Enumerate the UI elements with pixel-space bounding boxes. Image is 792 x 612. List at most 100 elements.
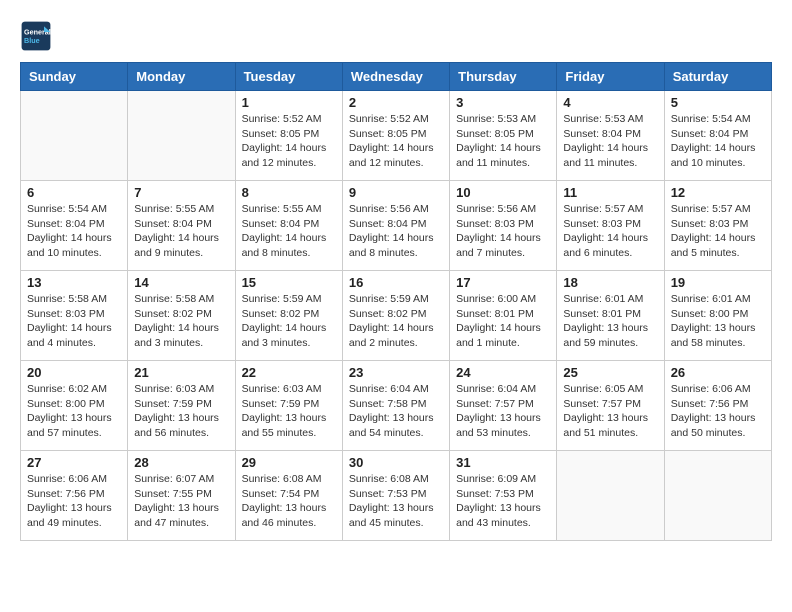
day-number: 16 xyxy=(349,275,443,290)
calendar-table: SundayMondayTuesdayWednesdayThursdayFrid… xyxy=(20,62,772,541)
day-info: Sunrise: 6:06 AM Sunset: 7:56 PM Dayligh… xyxy=(671,382,765,441)
calendar-cell: 22 Sunrise: 6:03 AM Sunset: 7:59 PM Dayl… xyxy=(235,361,342,451)
calendar-cell xyxy=(557,451,664,541)
day-info: Sunrise: 6:04 AM Sunset: 7:58 PM Dayligh… xyxy=(349,382,443,441)
day-info: Sunrise: 6:03 AM Sunset: 7:59 PM Dayligh… xyxy=(134,382,228,441)
day-number: 1 xyxy=(242,95,336,110)
day-number: 4 xyxy=(563,95,657,110)
calendar-cell xyxy=(128,91,235,181)
weekday-header-wednesday: Wednesday xyxy=(342,63,449,91)
day-info: Sunrise: 6:04 AM Sunset: 7:57 PM Dayligh… xyxy=(456,382,550,441)
calendar-cell xyxy=(21,91,128,181)
day-info: Sunrise: 6:03 AM Sunset: 7:59 PM Dayligh… xyxy=(242,382,336,441)
calendar-cell: 23 Sunrise: 6:04 AM Sunset: 7:58 PM Dayl… xyxy=(342,361,449,451)
day-info: Sunrise: 5:56 AM Sunset: 8:03 PM Dayligh… xyxy=(456,202,550,261)
day-number: 2 xyxy=(349,95,443,110)
calendar-cell: 31 Sunrise: 6:09 AM Sunset: 7:53 PM Dayl… xyxy=(450,451,557,541)
calendar-cell: 11 Sunrise: 5:57 AM Sunset: 8:03 PM Dayl… xyxy=(557,181,664,271)
calendar-cell: 30 Sunrise: 6:08 AM Sunset: 7:53 PM Dayl… xyxy=(342,451,449,541)
day-number: 22 xyxy=(242,365,336,380)
calendar-cell: 5 Sunrise: 5:54 AM Sunset: 8:04 PM Dayli… xyxy=(664,91,771,181)
calendar-cell: 20 Sunrise: 6:02 AM Sunset: 8:00 PM Dayl… xyxy=(21,361,128,451)
day-number: 25 xyxy=(563,365,657,380)
day-number: 9 xyxy=(349,185,443,200)
day-info: Sunrise: 6:00 AM Sunset: 8:01 PM Dayligh… xyxy=(456,292,550,351)
day-info: Sunrise: 5:58 AM Sunset: 8:03 PM Dayligh… xyxy=(27,292,121,351)
day-info: Sunrise: 6:08 AM Sunset: 7:54 PM Dayligh… xyxy=(242,472,336,531)
day-number: 14 xyxy=(134,275,228,290)
svg-text:Blue: Blue xyxy=(24,36,40,45)
day-number: 24 xyxy=(456,365,550,380)
day-info: Sunrise: 5:52 AM Sunset: 8:05 PM Dayligh… xyxy=(349,112,443,171)
day-info: Sunrise: 5:55 AM Sunset: 8:04 PM Dayligh… xyxy=(242,202,336,261)
calendar-cell: 17 Sunrise: 6:00 AM Sunset: 8:01 PM Dayl… xyxy=(450,271,557,361)
day-info: Sunrise: 6:09 AM Sunset: 7:53 PM Dayligh… xyxy=(456,472,550,531)
calendar-cell: 7 Sunrise: 5:55 AM Sunset: 8:04 PM Dayli… xyxy=(128,181,235,271)
day-info: Sunrise: 5:58 AM Sunset: 8:02 PM Dayligh… xyxy=(134,292,228,351)
calendar-cell: 19 Sunrise: 6:01 AM Sunset: 8:00 PM Dayl… xyxy=(664,271,771,361)
week-row-3: 13 Sunrise: 5:58 AM Sunset: 8:03 PM Dayl… xyxy=(21,271,772,361)
day-number: 18 xyxy=(563,275,657,290)
day-number: 12 xyxy=(671,185,765,200)
day-number: 3 xyxy=(456,95,550,110)
calendar-cell: 2 Sunrise: 5:52 AM Sunset: 8:05 PM Dayli… xyxy=(342,91,449,181)
calendar-cell: 1 Sunrise: 5:52 AM Sunset: 8:05 PM Dayli… xyxy=(235,91,342,181)
calendar-cell: 3 Sunrise: 5:53 AM Sunset: 8:05 PM Dayli… xyxy=(450,91,557,181)
day-info: Sunrise: 5:54 AM Sunset: 8:04 PM Dayligh… xyxy=(27,202,121,261)
day-number: 26 xyxy=(671,365,765,380)
day-number: 21 xyxy=(134,365,228,380)
weekday-header-tuesday: Tuesday xyxy=(235,63,342,91)
calendar-cell: 16 Sunrise: 5:59 AM Sunset: 8:02 PM Dayl… xyxy=(342,271,449,361)
day-info: Sunrise: 5:59 AM Sunset: 8:02 PM Dayligh… xyxy=(242,292,336,351)
day-info: Sunrise: 5:59 AM Sunset: 8:02 PM Dayligh… xyxy=(349,292,443,351)
week-row-5: 27 Sunrise: 6:06 AM Sunset: 7:56 PM Dayl… xyxy=(21,451,772,541)
calendar-cell: 9 Sunrise: 5:56 AM Sunset: 8:04 PM Dayli… xyxy=(342,181,449,271)
calendar-cell: 8 Sunrise: 5:55 AM Sunset: 8:04 PM Dayli… xyxy=(235,181,342,271)
day-number: 30 xyxy=(349,455,443,470)
weekday-header-sunday: Sunday xyxy=(21,63,128,91)
calendar-cell xyxy=(664,451,771,541)
day-number: 28 xyxy=(134,455,228,470)
calendar-cell: 26 Sunrise: 6:06 AM Sunset: 7:56 PM Dayl… xyxy=(664,361,771,451)
week-row-1: 1 Sunrise: 5:52 AM Sunset: 8:05 PM Dayli… xyxy=(21,91,772,181)
day-info: Sunrise: 5:53 AM Sunset: 8:05 PM Dayligh… xyxy=(456,112,550,171)
calendar-cell: 14 Sunrise: 5:58 AM Sunset: 8:02 PM Dayl… xyxy=(128,271,235,361)
day-number: 27 xyxy=(27,455,121,470)
day-number: 20 xyxy=(27,365,121,380)
day-info: Sunrise: 6:06 AM Sunset: 7:56 PM Dayligh… xyxy=(27,472,121,531)
day-number: 10 xyxy=(456,185,550,200)
day-info: Sunrise: 5:56 AM Sunset: 8:04 PM Dayligh… xyxy=(349,202,443,261)
day-number: 29 xyxy=(242,455,336,470)
calendar-cell: 28 Sunrise: 6:07 AM Sunset: 7:55 PM Dayl… xyxy=(128,451,235,541)
day-number: 15 xyxy=(242,275,336,290)
calendar-cell: 18 Sunrise: 6:01 AM Sunset: 8:01 PM Dayl… xyxy=(557,271,664,361)
day-number: 17 xyxy=(456,275,550,290)
week-row-4: 20 Sunrise: 6:02 AM Sunset: 8:00 PM Dayl… xyxy=(21,361,772,451)
day-number: 5 xyxy=(671,95,765,110)
day-info: Sunrise: 5:53 AM Sunset: 8:04 PM Dayligh… xyxy=(563,112,657,171)
calendar-cell: 4 Sunrise: 5:53 AM Sunset: 8:04 PM Dayli… xyxy=(557,91,664,181)
week-row-2: 6 Sunrise: 5:54 AM Sunset: 8:04 PM Dayli… xyxy=(21,181,772,271)
day-info: Sunrise: 6:07 AM Sunset: 7:55 PM Dayligh… xyxy=(134,472,228,531)
calendar-cell: 21 Sunrise: 6:03 AM Sunset: 7:59 PM Dayl… xyxy=(128,361,235,451)
calendar-cell: 27 Sunrise: 6:06 AM Sunset: 7:56 PM Dayl… xyxy=(21,451,128,541)
weekday-header-saturday: Saturday xyxy=(664,63,771,91)
day-info: Sunrise: 5:57 AM Sunset: 8:03 PM Dayligh… xyxy=(671,202,765,261)
day-info: Sunrise: 5:54 AM Sunset: 8:04 PM Dayligh… xyxy=(671,112,765,171)
day-info: Sunrise: 5:52 AM Sunset: 8:05 PM Dayligh… xyxy=(242,112,336,171)
calendar-cell: 15 Sunrise: 5:59 AM Sunset: 8:02 PM Dayl… xyxy=(235,271,342,361)
day-info: Sunrise: 6:08 AM Sunset: 7:53 PM Dayligh… xyxy=(349,472,443,531)
calendar-cell: 25 Sunrise: 6:05 AM Sunset: 7:57 PM Dayl… xyxy=(557,361,664,451)
calendar-cell: 10 Sunrise: 5:56 AM Sunset: 8:03 PM Dayl… xyxy=(450,181,557,271)
day-number: 19 xyxy=(671,275,765,290)
day-number: 11 xyxy=(563,185,657,200)
day-info: Sunrise: 5:55 AM Sunset: 8:04 PM Dayligh… xyxy=(134,202,228,261)
day-info: Sunrise: 6:05 AM Sunset: 7:57 PM Dayligh… xyxy=(563,382,657,441)
day-number: 31 xyxy=(456,455,550,470)
weekday-header-monday: Monday xyxy=(128,63,235,91)
weekday-header-thursday: Thursday xyxy=(450,63,557,91)
day-number: 8 xyxy=(242,185,336,200)
day-info: Sunrise: 6:01 AM Sunset: 8:00 PM Dayligh… xyxy=(671,292,765,351)
day-number: 6 xyxy=(27,185,121,200)
day-info: Sunrise: 6:01 AM Sunset: 8:01 PM Dayligh… xyxy=(563,292,657,351)
